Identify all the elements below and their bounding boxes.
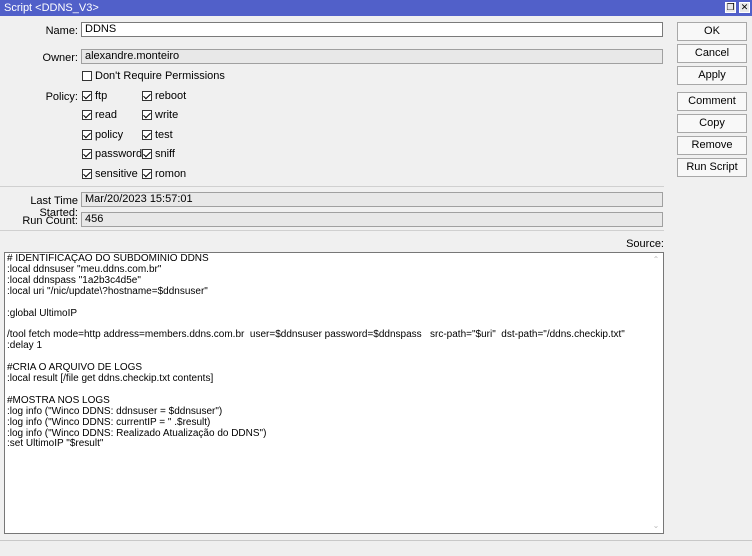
dont-require-permissions-checkbox[interactable] (82, 71, 92, 81)
run-count-label: Run Count: (22, 215, 78, 227)
name-input[interactable]: DDNS (81, 22, 663, 37)
source-label: Source: (626, 238, 664, 250)
policy-test-checkbox[interactable] (142, 130, 152, 140)
policy-sensitive-label: sensitive (95, 168, 138, 180)
policy-reboot-checkbox[interactable] (142, 91, 152, 101)
name-label: Name: (45, 25, 78, 37)
policy-read-checkbox[interactable] (82, 110, 92, 120)
last-time-started-field[interactable]: Mar/20/2023 15:57:01 (81, 192, 663, 207)
status-bar (0, 540, 752, 556)
owner-field[interactable]: alexandre.monteiro (81, 49, 663, 64)
policy-sniff-label: sniff (155, 148, 175, 160)
remove-button[interactable]: Remove (677, 136, 747, 155)
scroll-down-icon[interactable]: ⌄ (652, 522, 660, 530)
policy-ftp-checkbox[interactable] (82, 91, 92, 101)
title-bar: Script <DDNS_V3> ❐ ✕ (0, 0, 752, 16)
policy-romon-label: romon (155, 168, 187, 180)
policy-write-label: write (155, 109, 179, 121)
policy-sensitive-checkbox[interactable] (82, 169, 92, 179)
copy-button[interactable]: Copy (677, 114, 747, 133)
policy-policy-checkbox[interactable] (82, 130, 92, 140)
policy-password-label: password (95, 148, 143, 160)
separator (0, 186, 664, 187)
restore-icon[interactable]: ❐ (725, 2, 736, 13)
ok-button[interactable]: OK (677, 22, 747, 41)
policy-sniff-checkbox[interactable] (142, 149, 152, 159)
apply-button[interactable]: Apply (677, 66, 747, 85)
policy-read-label: read (95, 109, 118, 121)
source-text[interactable]: # IDENTIFICAÇÃO DO SUBDOMINIO DDNS :loca… (5, 253, 649, 525)
policy-write-checkbox[interactable] (142, 110, 152, 120)
policy-reboot-label: reboot (155, 90, 187, 102)
cancel-button[interactable]: Cancel (677, 44, 747, 63)
policy-password-checkbox[interactable] (82, 149, 92, 159)
dont-require-permissions-label: Don't Require Permissions (95, 70, 225, 82)
separator (0, 230, 664, 231)
comment-button[interactable]: Comment (677, 92, 747, 111)
window-title: Script <DDNS_V3> (4, 2, 99, 14)
owner-label: Owner: (42, 52, 78, 64)
scroll-up-icon[interactable]: ⌃ (652, 256, 660, 264)
close-icon[interactable]: ✕ (739, 2, 750, 13)
policy-romon-checkbox[interactable] (142, 169, 152, 179)
run-count-field[interactable]: 456 (81, 212, 663, 227)
source-editor[interactable]: # IDENTIFICAÇÃO DO SUBDOMINIO DDNS :loca… (4, 252, 664, 534)
policy-label: Policy: (45, 91, 78, 103)
policy-policy-label: policy (95, 129, 124, 141)
policy-ftp-label: ftp (95, 90, 108, 102)
source-scrollbar[interactable]: ⌃ ⌄ (649, 253, 663, 533)
policy-test-label: test (155, 129, 173, 141)
run-script-button[interactable]: Run Script (677, 158, 747, 177)
